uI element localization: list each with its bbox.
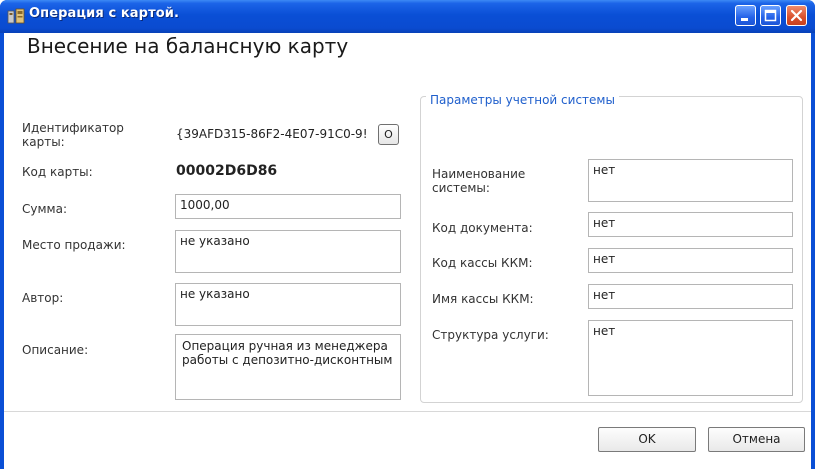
maximize-button[interactable] — [760, 5, 781, 26]
amount-label: Сумма: — [22, 202, 67, 216]
card-id-label: Идентификатор карты: — [22, 121, 124, 149]
kkm-code-input[interactable]: нет — [588, 248, 793, 273]
card-code-value: 00002D6D86 — [176, 163, 278, 179]
footer-separator — [4, 411, 811, 412]
app-icon — [7, 8, 25, 25]
cancel-button[interactable]: Отмена — [708, 427, 805, 452]
card-id-select-button[interactable]: O — [378, 124, 399, 145]
close-button[interactable] — [786, 5, 807, 26]
dialog-heading: Внесение на балансную карту — [27, 34, 349, 58]
card-code-label: Код карты: — [22, 165, 93, 179]
kkm-name-label: Имя кассы ККМ: — [432, 292, 534, 306]
doc-code-label: Код документа: — [432, 221, 533, 235]
description-input[interactable]: Операция ручная из менеджера работы с де… — [175, 334, 401, 400]
card-id-value: {39AFD315-86F2-4E07-91C0-9! — [176, 127, 368, 141]
minimize-button[interactable] — [735, 5, 756, 26]
sale-place-label: Место продажи: — [22, 238, 126, 252]
service-struct-input[interactable]: нет — [588, 320, 793, 396]
system-name-label: Наименование системы: — [432, 167, 526, 195]
service-struct-label: Структура услуги: — [432, 328, 549, 342]
accounting-params-legend: Параметры учетной системы — [426, 93, 619, 107]
kkm-name-input[interactable]: нет — [588, 284, 793, 309]
doc-code-input[interactable]: нет — [588, 212, 793, 237]
system-name-input[interactable]: нет — [588, 159, 793, 202]
author-input[interactable]: не указано — [175, 283, 401, 326]
minimize-icon — [741, 18, 748, 21]
kkm-code-label: Код кассы ККМ: — [432, 256, 533, 270]
maximize-icon — [764, 9, 777, 22]
sale-place-input[interactable]: не указано — [175, 230, 401, 273]
close-icon — [790, 9, 803, 22]
window-title: Операция с картой. — [29, 6, 179, 21]
ok-button[interactable]: OK — [598, 427, 696, 452]
title-bar[interactable]: Операция с картой. — [0, 0, 815, 33]
amount-input[interactable]: 1000,00 — [175, 194, 401, 219]
description-label: Описание: — [22, 343, 89, 357]
author-label: Автор: — [22, 291, 64, 305]
